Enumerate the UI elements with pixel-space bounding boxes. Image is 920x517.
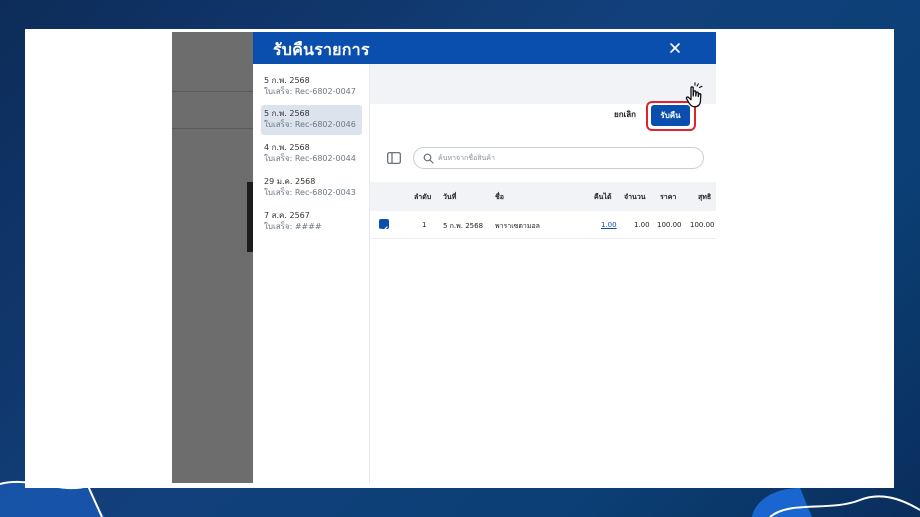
receipt-date: 5 ก.พ. 2568 <box>264 109 310 118</box>
cell-returnable-link[interactable]: 1.00 <box>601 221 617 229</box>
row-checkbox[interactable] <box>379 219 389 232</box>
column-header-price: ราคา <box>660 193 677 201</box>
search-icon <box>423 153 434 164</box>
pointer-hand-icon <box>685 82 703 108</box>
search-input[interactable] <box>438 151 693 165</box>
cell-net: 100.00 <box>690 221 715 229</box>
modal-title: รับคืนรายการ <box>273 40 370 59</box>
column-header-returnable: คืนได้ <box>594 193 612 201</box>
receipt-item[interactable]: 29 ม.ค. 2568 ใบเสร็จ: Rec-6802-0043 <box>261 173 362 203</box>
search-box[interactable] <box>413 147 704 169</box>
receipt-list: 5 ก.พ. 2568 ใบเสร็จ: Rec-6802-0047 5 ก.พ… <box>253 64 370 483</box>
column-header-index: ลำดับ <box>414 193 432 201</box>
return-items-modal: รับคืนรายการ 5 ก.พ. 2568 ใบเสร็จ: Rec-68… <box>253 32 716 483</box>
column-header-quantity: จำนวน <box>624 193 646 201</box>
return-main-panel: ยกเลิก รับคืน ลำดับ วันที่ ชื่อ คืนได้ จ… <box>370 64 716 483</box>
receipt-number: ใบเสร็จ: #### <box>264 222 322 231</box>
cell-date: 5 ก.พ. 2568 <box>443 222 484 230</box>
receipt-item-selected[interactable]: 5 ก.พ. 2568 ใบเสร็จ: Rec-6802-0046 <box>261 105 362 135</box>
receipt-number: ใบเสร็จ: Rec-6802-0047 <box>264 87 356 96</box>
receipt-date: 4 ก.พ. 2568 <box>264 143 310 152</box>
receipt-date: 29 ม.ค. 2568 <box>264 177 316 186</box>
table-row[interactable]: 1 5 ก.พ. 2568 พาราเซตามอล 1.00 1.00 100.… <box>370 211 716 239</box>
receipt-item[interactable]: 4 ก.พ. 2568 ใบเสร็จ: Rec-6802-0044 <box>261 139 362 169</box>
toolbar: ยกเลิก รับคืน <box>370 64 716 131</box>
backdrop-divider <box>172 91 253 92</box>
cell-quantity: 1.00 <box>634 221 650 229</box>
receipt-number: ใบเสร็จ: Rec-6802-0043 <box>264 188 356 197</box>
check-icon <box>380 226 388 232</box>
column-header-name: ชื่อ <box>495 193 504 201</box>
column-header-net: สุทธิ <box>698 193 712 201</box>
receipt-date: 7 ส.ค. 2567 <box>264 211 310 220</box>
receipt-item[interactable]: 7 ส.ค. 2567 ใบเสร็จ: #### <box>261 207 362 237</box>
receipt-item[interactable]: 5 ก.พ. 2568 ใบเสร็จ: Rec-6802-0047 <box>261 72 362 102</box>
cancel-button[interactable]: ยกเลิก <box>614 108 636 121</box>
cell-index: 1 <box>422 221 427 229</box>
cell-price: 100.00 <box>657 221 682 229</box>
receipt-number: ใบเสร็จ: Rec-6802-0046 <box>264 120 356 129</box>
column-header-date: วันที่ <box>443 193 457 201</box>
close-icon[interactable] <box>667 40 683 56</box>
backdrop-divider <box>172 128 253 129</box>
receipt-number: ใบเสร็จ: Rec-6802-0044 <box>264 154 356 163</box>
sidebar-toggle-icon[interactable] <box>387 152 401 164</box>
cell-name: พาราเซตามอล <box>495 222 540 230</box>
table-header: ลำดับ วันที่ ชื่อ คืนได้ จำนวน ราคา สุทธ… <box>370 182 716 211</box>
modal-header: รับคืนรายการ <box>253 32 716 64</box>
receipt-date: 5 ก.พ. 2568 <box>264 76 310 85</box>
